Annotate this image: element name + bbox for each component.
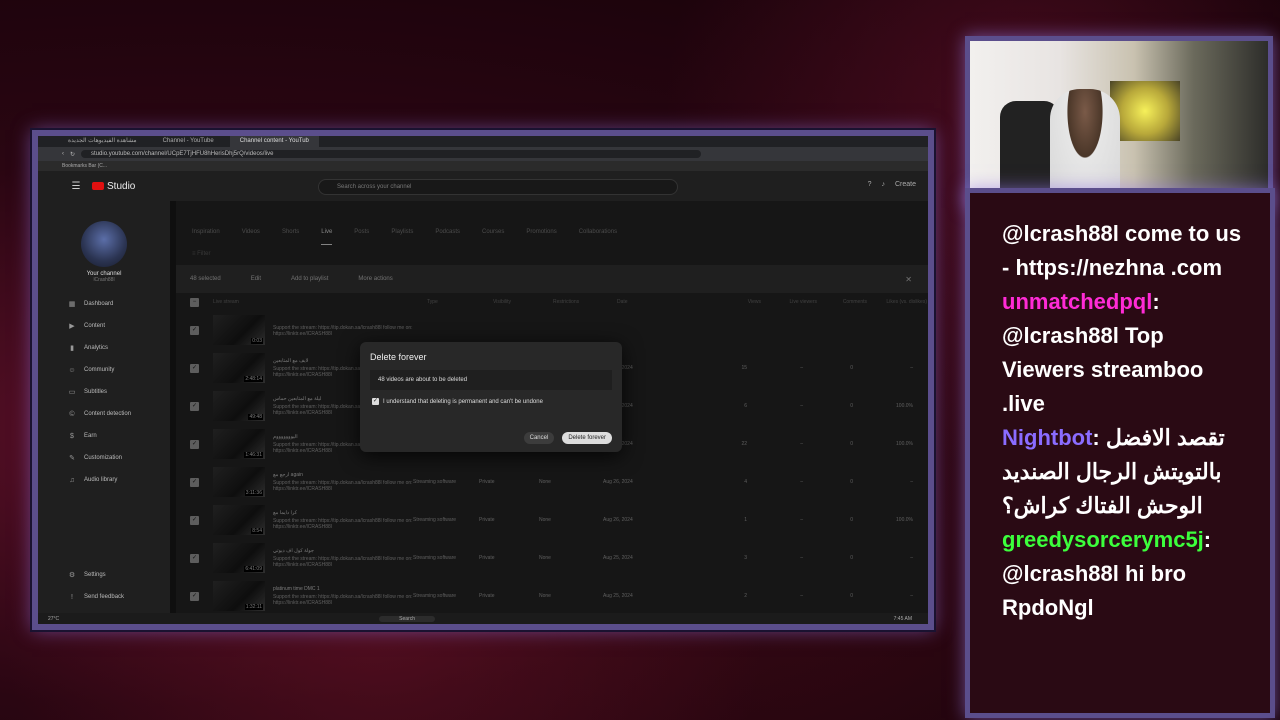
- delete-dialog: Delete forever 48 videos are about to be…: [360, 342, 622, 452]
- sidebar-item-analytics[interactable]: ▮ Analytics: [38, 337, 170, 359]
- browser-tab-active[interactable]: Channel content - YouTub: [229, 136, 319, 147]
- chat-message: greedysorcerymc5j: @lcrash88l hi bro Rpd…: [1002, 523, 1252, 625]
- chat-username: greedysorcerymc5j: [1002, 527, 1204, 552]
- bell-icon[interactable]: ♪: [881, 181, 885, 188]
- sidebar-item-label: Settings: [84, 572, 106, 578]
- dialog-title: Delete forever: [370, 352, 427, 362]
- cancel-button[interactable]: Cancel: [523, 432, 555, 444]
- chat-separator: :: [1152, 289, 1160, 314]
- taskbar-search[interactable]: Search: [379, 615, 436, 622]
- confirm-checkbox-label: I understand that deleting is permanent …: [383, 398, 543, 405]
- sidebar-item-community[interactable]: ☺ Community: [38, 359, 170, 381]
- studio-logo-text: Studio: [107, 180, 136, 192]
- chat-message: unmatchedpql: @lcrash88l Top Viewers str…: [1002, 285, 1252, 421]
- chat-text: @lcrash88l Top Viewers streamboo .live: [1002, 323, 1204, 416]
- clock: 7:45 AM: [893, 615, 912, 622]
- sidebar-item-label: Dashboard: [84, 301, 114, 307]
- sidebar-item-subtitles[interactable]: ▭ Subtitles: [38, 381, 170, 403]
- studio-logo[interactable]: Studio: [92, 181, 135, 192]
- chat-text: @lcrash88l come to us - https://nezhna .…: [1002, 221, 1242, 280]
- earn-icon: $: [70, 432, 74, 440]
- tab-bar: مشاهدة الفيديوهات الجديدة Channel - YouT…: [38, 136, 928, 147]
- menu-icon[interactable]: ☰: [66, 181, 86, 192]
- reload-icon[interactable]: ↻: [70, 151, 75, 158]
- chat-username: Nightbot: [1002, 425, 1093, 450]
- sidebar-item-audio-library[interactable]: ♫ Audio library: [38, 469, 170, 491]
- sidebar: Your channel lCrash88l ▦ Dashboard ▶ Conte…: [38, 201, 170, 624]
- help-icon[interactable]: ?: [868, 181, 872, 188]
- browser-tab[interactable]: مشاهدة الفيديوهات الجديدة: [58, 136, 147, 147]
- sidebar-item-feedback[interactable]: ! Send feedback: [38, 586, 170, 608]
- chat-username: unmatchedpql: [1002, 289, 1153, 314]
- chat-separator: :: [1203, 527, 1212, 552]
- confirm-checkbox-row[interactable]: ✓ I understand that deleting is permanen…: [372, 398, 622, 405]
- address-bar: ‹ ↻ studio.youtube.com/channel/UCpE7TjHF…: [38, 147, 928, 161]
- sidebar-item-label: Customization: [84, 455, 123, 461]
- sidebar-item-earn[interactable]: $ Earn: [38, 425, 170, 447]
- avatar[interactable]: [81, 221, 127, 267]
- sidebar-item-label: Earn: [84, 433, 97, 439]
- sidebar-item-dashboard[interactable]: ▦ Dashboard: [38, 293, 170, 315]
- sidebar-item-content-detection[interactable]: © Content detection: [38, 403, 170, 425]
- chat-message: @lcrash88l come to us - https://nezhna .…: [1002, 217, 1252, 285]
- copyright-icon: ©: [69, 410, 75, 418]
- weather-label: 27°C: [48, 615, 60, 622]
- webcam-streamer: [1050, 89, 1120, 203]
- sidebar-item-label: Subtitles: [84, 389, 108, 395]
- create-button[interactable]: Create: [895, 181, 916, 188]
- customization-icon: ✎: [69, 455, 75, 462]
- search-input[interactable]: Search across your channel: [318, 179, 678, 195]
- feedback-icon: !: [71, 593, 73, 601]
- content-icon: ▶: [69, 323, 75, 330]
- subtitles-icon: ▭: [68, 389, 76, 396]
- chat-messages: @lcrash88l come to us - https://nezhna .…: [970, 193, 1270, 625]
- channel-handle: lCrash88l: [93, 277, 115, 283]
- taskbar: 27°C Search 7:45 AM: [38, 613, 928, 624]
- bookmarks-bar[interactable]: Bookmarks Bar (C...: [38, 161, 928, 171]
- chat-overlay: @lcrash88l come to us - https://nezhna .…: [965, 188, 1275, 718]
- back-icon[interactable]: ‹: [62, 151, 64, 157]
- sidebar-item-label: Send feedback: [84, 594, 125, 600]
- chat-separator: :: [1092, 425, 1106, 450]
- sidebar-item-content[interactable]: ▶ Content: [38, 315, 170, 337]
- sidebar-item-label: Content: [84, 323, 106, 329]
- delete-forever-button[interactable]: Delete forever: [562, 432, 612, 444]
- chat-message: Nightbot: تقصد الافضل بالتويتش الرجال ال…: [1002, 421, 1252, 523]
- gear-icon: ⚙: [68, 572, 76, 579]
- dashboard-icon: ▦: [68, 301, 76, 308]
- youtube-icon: [92, 182, 104, 190]
- url-field[interactable]: studio.youtube.com/channel/UCpE7TjHFU8hH…: [81, 150, 702, 158]
- webcam-feed: [965, 36, 1273, 208]
- chat-text: @lcrash88l hi bro RpdoNgl: [1002, 561, 1187, 620]
- dialog-message: 48 videos are about to be deleted: [370, 370, 612, 390]
- sidebar-item-label: Community: [84, 367, 115, 373]
- sidebar-item-label: Audio library: [84, 477, 118, 483]
- sidebar-item-settings[interactable]: ⚙ Settings: [38, 564, 170, 586]
- community-icon: ☺: [68, 366, 76, 374]
- sidebar-item-label: Content detection: [84, 411, 132, 417]
- browser-tab[interactable]: Channel - YouTube: [153, 136, 224, 147]
- studio-header: ☰ Studio Search across your channel ? ♪ …: [38, 171, 928, 201]
- confirm-checkbox[interactable]: ✓: [372, 398, 379, 405]
- analytics-icon: ▮: [70, 345, 74, 352]
- sidebar-item-customization[interactable]: ✎ Customization: [38, 447, 170, 469]
- webcam-shelf: [1110, 81, 1180, 141]
- sidebar-item-label: Analytics: [84, 345, 109, 351]
- audio-library-icon: ♫: [69, 476, 75, 484]
- browser-window: مشاهدة الفيديوهات الجديدة Channel - YouT…: [32, 130, 934, 630]
